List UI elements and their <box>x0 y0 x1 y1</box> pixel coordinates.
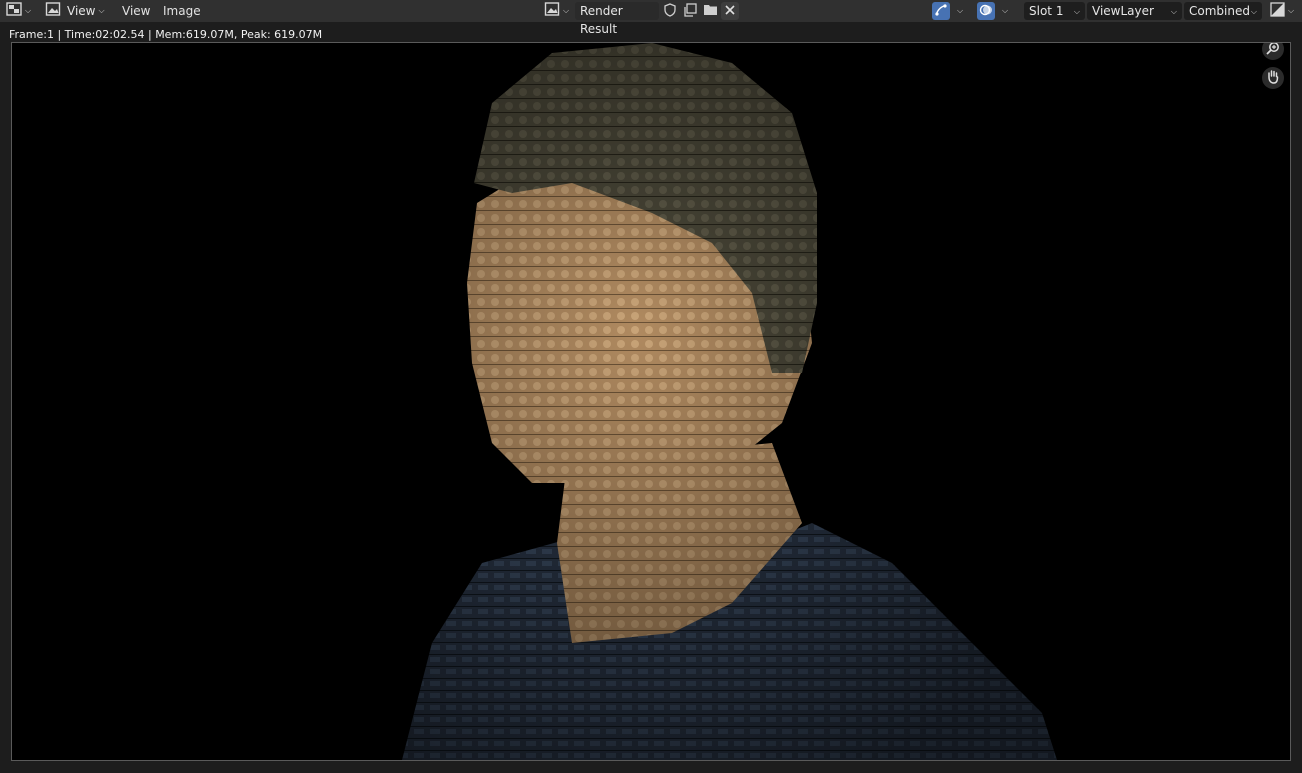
render-pass-label: Combined <box>1189 4 1250 18</box>
image-browse-dropdown[interactable]: ⌵ <box>544 1 574 20</box>
overlays-toggle[interactable] <box>977 2 995 20</box>
chevron-down-icon: ⌵ <box>1170 7 1177 16</box>
chevron-down-icon: ⌵ <box>1250 7 1257 16</box>
chevron-down-icon: ⌵ <box>563 5 570 15</box>
menu-image[interactable]: Image <box>163 3 201 19</box>
new-image-button[interactable] <box>681 2 699 20</box>
close-icon <box>725 4 735 18</box>
zoom-icon <box>1266 43 1280 58</box>
pan-button[interactable] <box>1262 67 1284 89</box>
render-pass-dropdown[interactable]: Combined ⌵ <box>1184 2 1262 20</box>
hand-icon <box>1266 69 1280 87</box>
image-editor-icon <box>6 2 22 19</box>
overlays-options-dropdown[interactable]: ⌵ <box>999 1 1013 20</box>
open-image-button[interactable] <box>701 2 719 20</box>
render-stats: Frame:1 | Time:02:02.54 | Mem:619.07M, P… <box>9 28 323 41</box>
image-name: Render Result <box>580 4 623 36</box>
shield-icon <box>663 2 677 20</box>
chevron-down-icon: ⌵ <box>1002 5 1009 15</box>
chevron-down-icon: ⌵ <box>1073 7 1080 16</box>
chevron-down-icon: ⌵ <box>1288 5 1295 15</box>
overlays-icon <box>979 3 993 20</box>
gizmo-toggle[interactable] <box>932 2 950 20</box>
unlink-image-button[interactable] <box>721 2 739 20</box>
view-mode-dropdown[interactable]: View ⌵ <box>45 1 109 20</box>
gizmo-icon <box>934 3 948 20</box>
chevron-down-icon: ⌵ <box>25 5 32 15</box>
image-editor-header: ⌵ View ⌵ View Image ⌵ Render Result ⌵ ⌵ … <box>0 0 1302 36</box>
view-mode-label: View <box>67 3 96 18</box>
view-layer-dropdown[interactable]: ViewLayer ⌵ <box>1087 2 1182 20</box>
gizmo-options-dropdown[interactable]: ⌵ <box>954 1 968 20</box>
view-mode-icon <box>45 2 61 19</box>
folder-icon <box>703 3 718 19</box>
display-channels-icon <box>1270 1 1285 20</box>
slot-label: Slot 1 <box>1029 4 1064 18</box>
view-layer-label: ViewLayer <box>1092 4 1154 18</box>
duplicate-icon <box>683 2 697 20</box>
slot-dropdown[interactable]: Slot 1 ⌵ <box>1024 2 1085 20</box>
editor-type-dropdown[interactable]: ⌵ <box>6 1 36 20</box>
chevron-down-icon: ⌵ <box>957 5 964 15</box>
menu-view[interactable]: View <box>122 3 150 19</box>
render-viewport[interactable] <box>11 42 1291 761</box>
image-name-field[interactable]: Render Result <box>575 2 659 36</box>
display-channels-dropdown[interactable]: ⌵ <box>1270 1 1300 20</box>
chevron-down-icon: ⌵ <box>98 5 105 15</box>
image-browse-icon <box>544 2 560 19</box>
fake-user-button[interactable] <box>661 2 679 20</box>
render-image <box>12 43 1290 760</box>
